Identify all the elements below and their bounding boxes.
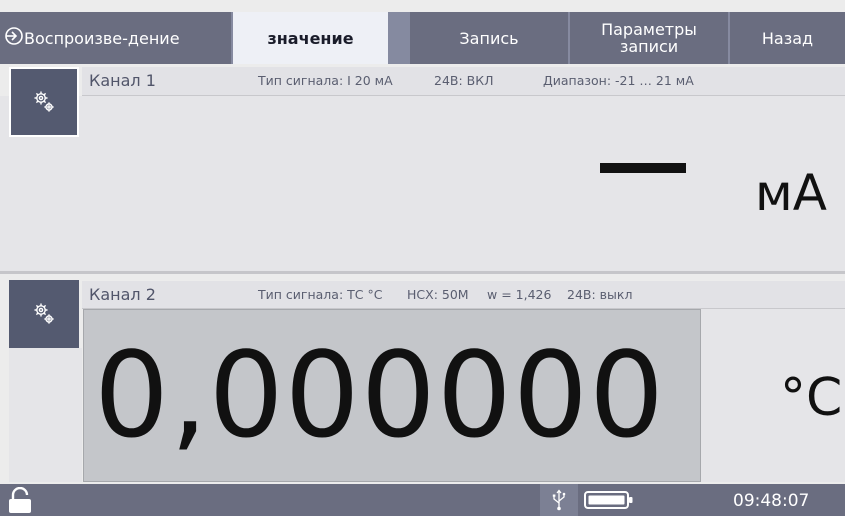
top-menu-bar: Воспроизве-дение значение Запись Парамет…: [0, 12, 845, 64]
gear-icon: [34, 91, 54, 112]
tab-record[interactable]: Запись: [410, 12, 568, 64]
tab-back[interactable]: Назад: [730, 12, 845, 64]
channel2-header: Канал 2 Тип сигнала: ТС °C НСХ: 50М w = …: [82, 281, 845, 309]
channel2-w: w = 1,426: [487, 287, 552, 302]
battery-icon: [584, 491, 634, 513]
channel1-range: Диапазон: -21 … 21 мА: [543, 73, 694, 88]
channel1-header: Канал 1 Тип сигнала: I 20 мА 24В: ВКЛ Ди…: [82, 67, 845, 96]
tab-playback-label: Воспроизве-дение: [24, 28, 180, 48]
channel1-power: 24В: ВКЛ: [434, 73, 494, 88]
clock: 09:48:07: [733, 491, 810, 511]
channel-divider: [0, 271, 845, 274]
lock-icon[interactable]: [7, 486, 33, 514]
channel2-unit: °C: [780, 368, 843, 428]
channel1-title: Канал 1: [89, 71, 156, 90]
channel2-side-panel: [9, 348, 82, 482]
channel2-value: 0,000000: [94, 326, 666, 464]
tab-record-params[interactable]: Параметры записи: [570, 12, 728, 64]
tab-value[interactable]: значение: [233, 12, 388, 64]
channel1-unit: мА: [755, 164, 827, 222]
channel2-settings-button[interactable]: [9, 280, 79, 348]
usb-icon: [552, 489, 566, 511]
channel2-nsx: НСХ: 50М: [407, 287, 469, 302]
channel2-title: Канал 2: [89, 285, 156, 304]
channel2-signal-type: Тип сигнала: ТС °C: [258, 287, 383, 302]
status-bar: 09:48:07: [0, 484, 845, 516]
channel1-panel: [0, 96, 845, 271]
tab-spacer: [388, 12, 410, 64]
tab-playback[interactable]: Воспроизве-дение: [0, 12, 231, 64]
playback-icon: [4, 26, 24, 49]
channel2-readout: 0,000000: [83, 309, 701, 482]
channel1-signal-type: Тип сигнала: I 20 мА: [258, 73, 393, 88]
channel1-value-dash: [600, 163, 686, 173]
channel2-power: 24В: выкл: [567, 287, 633, 302]
channel1-settings-button[interactable]: [9, 67, 79, 137]
gear-icon: [34, 303, 54, 324]
usb-indicator: [540, 484, 578, 516]
